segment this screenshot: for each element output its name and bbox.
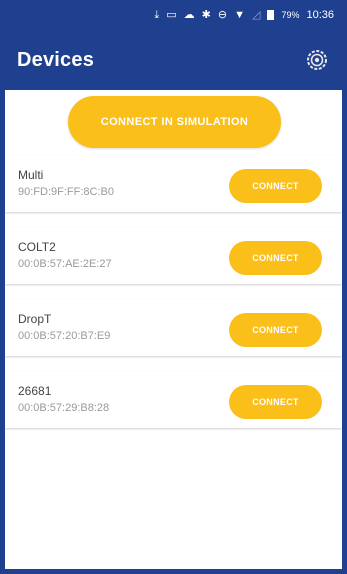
device-mac: 00:0B:57:20:B7:E9 [18,330,111,342]
bluetooth-icon: ✱ [201,8,211,21]
device-name: 26681 [18,384,52,398]
device-item: 26681 00:0B:57:29:B8:28 CONNECT [5,371,342,428]
connect-in-simulation-button[interactable]: CONNECT IN SIMULATION [68,96,281,148]
cloud-icon: ☁ [183,8,195,21]
cast-icon: ▭ [166,8,177,21]
settings-button[interactable] [304,47,330,73]
clock: 10:36 [306,9,334,21]
battery-percent: 79% [281,10,300,20]
do-not-disturb-icon: ⊖ [217,8,228,21]
connect-button[interactable]: CONNECT [229,385,322,419]
connect-button[interactable]: CONNECT [229,313,322,347]
download-icon: ⤓ [154,8,160,21]
wifi-icon: ▼ [234,8,245,21]
device-name: Multi [18,168,44,182]
device-name: COLT2 [18,240,56,254]
device-mac: 90:FD:9F:FF:8C:B0 [18,186,114,198]
page-title: Devices [17,48,95,71]
battery-icon [267,10,275,20]
device-list: Multi 90:FD:9F:FF:8C:B0 CONNECT COLT2 00… [5,155,342,443]
device-mac: 00:0B:57:AE:2E:27 [18,258,112,270]
device-item: Multi 90:FD:9F:FF:8C:B0 CONNECT [5,155,342,212]
device-name: DropT [18,312,52,326]
device-content: CONNECT IN SIMULATION Multi 90:FD:9F:FF:… [5,90,342,569]
signal-icon: ◿ [251,8,261,21]
device-item: DropT 00:0B:57:20:B7:E9 CONNECT [5,299,342,356]
status-bar: ⤓ ▭ ☁ ✱ ⊖ ▼ ◿ 79% 10:36 [5,0,342,30]
device-mac: 00:0B:57:29:B8:28 [18,402,110,414]
connect-button[interactable]: CONNECT [229,241,322,275]
phone-screen: ⤓ ▭ ☁ ✱ ⊖ ▼ ◿ 79% 10:36 Devices CONNECT … [0,0,347,574]
app-bar: Devices [5,30,342,90]
device-item: COLT2 00:0B:57:AE:2E:27 CONNECT [5,227,342,284]
settings-icon [307,50,327,70]
connect-button[interactable]: CONNECT [229,169,322,203]
